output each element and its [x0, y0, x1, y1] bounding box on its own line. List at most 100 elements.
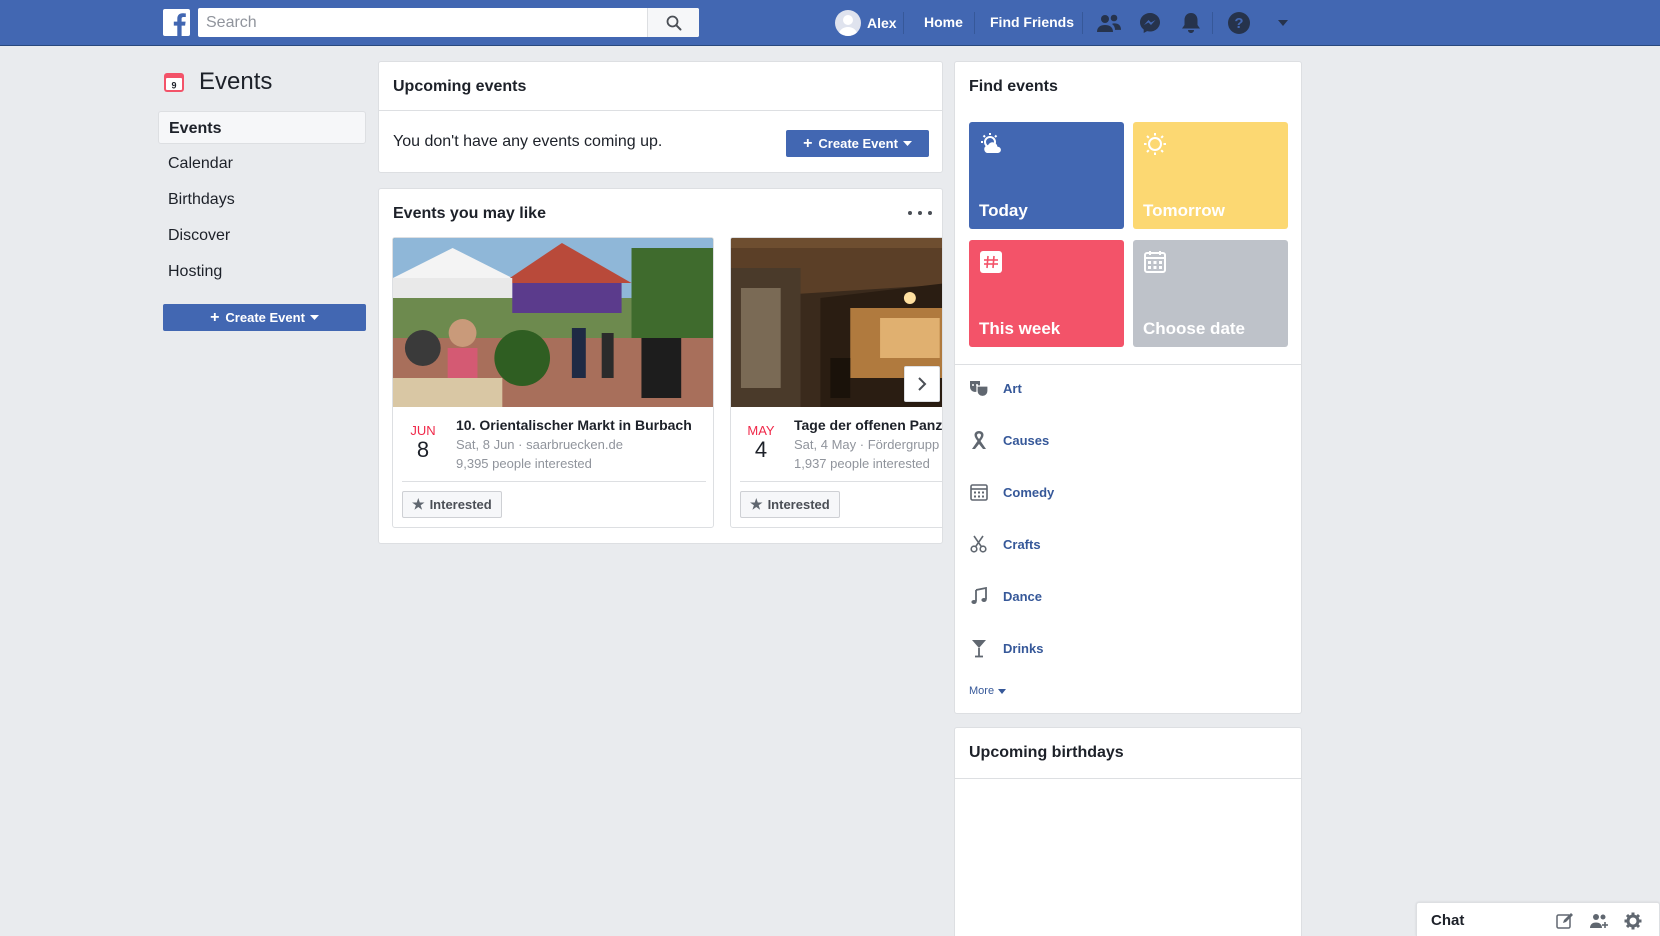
category-dance[interactable]: Dance [969, 584, 1042, 608]
category-crafts[interactable]: Crafts [969, 532, 1041, 556]
category-art[interactable]: Art [969, 376, 1022, 400]
find-friends-link[interactable]: Find Friends [990, 14, 1074, 30]
create-event-label: Create Event [225, 310, 305, 325]
chevron-down-icon [998, 688, 1007, 694]
create-event-button[interactable]: + Create Event [786, 130, 929, 157]
event-card[interactable]: JUN 8 10. Orientalischer Markt in Burbac… [392, 237, 714, 528]
messenger-icon[interactable] [1137, 10, 1163, 36]
event-interested-count: 1,937 people interested [794, 456, 930, 471]
top-navigation-bar: Alex Home Find Friends ? [0, 0, 1660, 46]
events-calendar-icon: 9 [164, 73, 184, 92]
sidebar-item-birthdays[interactable]: Birthdays [158, 183, 366, 216]
facebook-logo-icon[interactable] [163, 9, 190, 36]
upcoming-events-title: Upcoming events [393, 78, 527, 95]
category-label: Comedy [1003, 484, 1055, 500]
tile-tomorrow[interactable]: Tomorrow [1133, 122, 1288, 229]
event-name[interactable]: 10. Orientalischer Markt in Burbach [456, 417, 713, 433]
friend-requests-icon[interactable] [1096, 10, 1122, 36]
category-label: Drinks [1003, 640, 1044, 656]
chat-label: Chat [1431, 912, 1465, 929]
event-info: Tage der offenen Panzer Sat, 4 May · För… [794, 417, 942, 471]
nav-divider [1212, 12, 1213, 34]
tile-today[interactable]: Today [969, 122, 1124, 229]
sidebar-item-events[interactable]: Events [158, 111, 366, 144]
tile-this-week-label: This week [979, 319, 1061, 338]
nav-divider [974, 12, 975, 34]
scissors-icon [969, 534, 989, 554]
event-meta: Sat, 8 Jun · saarbruecken.de [456, 437, 623, 452]
events-you-may-like-title: Events you may like [393, 205, 546, 222]
tile-this-week[interactable]: This week [969, 240, 1124, 347]
tile-tomorrow-label: Tomorrow [1143, 201, 1225, 220]
music-note-icon [969, 586, 989, 606]
interested-button[interactable]: ★ Interested [740, 491, 840, 518]
find-events-title: Find events [969, 78, 1058, 95]
more-label: More [969, 685, 995, 697]
divider [740, 481, 942, 482]
page-title-text: Events [199, 68, 273, 95]
event-month: JUN [410, 423, 436, 438]
divider [379, 110, 942, 111]
event-interested-count: 9,395 people interested [456, 456, 592, 471]
tile-today-label: Today [979, 201, 1028, 220]
events-you-may-like-card: Events you may like JUN 8 10. Orientalis… [378, 188, 943, 544]
sidebar-create-event-button[interactable]: + Create Event [163, 304, 366, 331]
chevron-down-icon [309, 314, 319, 320]
page-title: 9 Events [163, 68, 272, 96]
category-label: Crafts [1003, 536, 1041, 552]
divider [955, 778, 1301, 779]
create-event-label: Create Event [818, 136, 898, 151]
more-options-icon[interactable] [908, 203, 932, 223]
sidebar-item-hosting[interactable]: Hosting [158, 255, 366, 288]
search-input[interactable] [198, 8, 647, 37]
event-date: MAY 4 [739, 423, 783, 462]
sidebar-item-discover[interactable]: Discover [158, 219, 366, 252]
nav-divider [1082, 12, 1083, 34]
chat-settings-icon[interactable] [1623, 911, 1643, 931]
new-message-icon[interactable] [1555, 911, 1575, 931]
event-day: 8 [416, 437, 430, 462]
profile-name: Alex [867, 15, 897, 31]
category-causes[interactable]: Causes [969, 428, 1049, 452]
sun-icon [1144, 133, 1166, 155]
profile-link[interactable]: Alex [835, 9, 897, 37]
art-masks-icon [969, 378, 989, 398]
interested-label: Interested [429, 497, 492, 512]
event-info: 10. Orientalischer Markt in Burbach Sat,… [456, 417, 713, 471]
sidebar-item-calendar[interactable]: Calendar [158, 147, 366, 180]
account-menu-icon[interactable] [1270, 10, 1296, 36]
plus-icon: + [803, 134, 813, 152]
avatar [835, 10, 861, 36]
create-group-icon[interactable] [1589, 911, 1609, 931]
search-icon [666, 15, 681, 30]
help-icon[interactable]: ? [1226, 10, 1252, 36]
event-photo-market[interactable] [393, 238, 713, 407]
chevron-down-icon [902, 140, 912, 146]
star-icon: ★ [750, 496, 763, 512]
svg-text:?: ? [1234, 15, 1243, 32]
event-name[interactable]: Tage der offenen Panzer [794, 417, 942, 433]
calendar-grid-icon [969, 482, 989, 502]
nav-divider [903, 12, 904, 34]
upcoming-birthdays-title: Upcoming birthdays [969, 744, 1124, 761]
more-categories-link[interactable]: More [969, 685, 1007, 697]
category-label: Art [1003, 380, 1022, 396]
category-comedy[interactable]: Comedy [969, 480, 1054, 504]
tile-choose-date-label: Choose date [1143, 319, 1246, 338]
interested-button[interactable]: ★ Interested [402, 491, 502, 518]
events-nav: Events Calendar Birthdays Discover Hosti… [158, 111, 366, 291]
calendar-icon [1144, 251, 1166, 273]
category-drinks[interactable]: Drinks [969, 636, 1043, 660]
search-button[interactable] [647, 8, 699, 37]
ribbon-icon [969, 430, 989, 450]
svg-text:9: 9 [171, 81, 176, 91]
home-link[interactable]: Home [924, 14, 963, 30]
divider [955, 364, 1301, 365]
event-meta: Sat, 4 May · Fördergrupp [794, 437, 940, 452]
chevron-right-icon [918, 377, 927, 391]
chat-bar[interactable]: Chat [1416, 902, 1660, 936]
notifications-icon[interactable] [1178, 10, 1204, 36]
carousel-next-button[interactable] [904, 366, 940, 402]
interested-label: Interested [767, 497, 830, 512]
tile-choose-date[interactable]: Choose date [1133, 240, 1288, 347]
